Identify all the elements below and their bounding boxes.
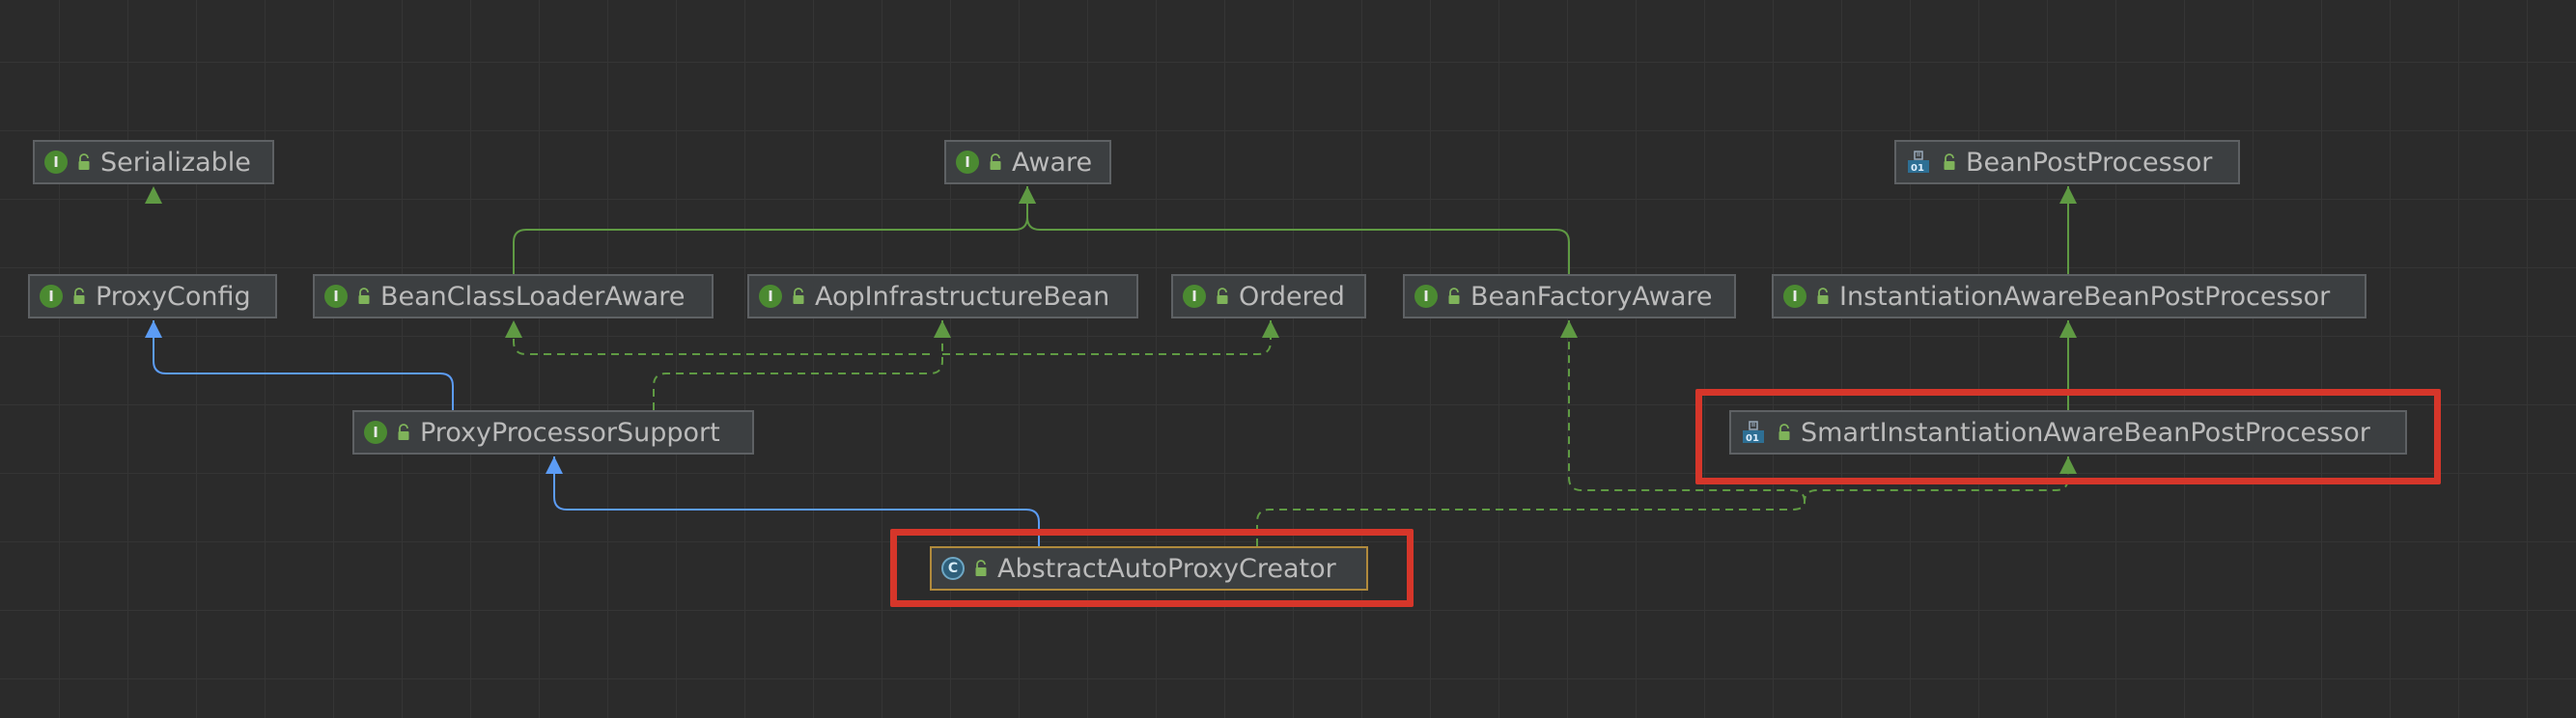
svg-text:01: 01 xyxy=(1911,163,1924,174)
edge-abstract-auto-proxy-creator-to-proxy-processor-support xyxy=(553,456,1040,546)
arrowhead-abstract-auto-proxy-creator-to-smart-instantiation-aware-bean-post-processor xyxy=(2059,456,2077,474)
node-label: Ordered xyxy=(1239,281,1345,312)
edge-bean-class-loader-aware-to-aware xyxy=(513,186,1028,274)
arrowhead-proxy-processor-support-to-proxy-config xyxy=(145,320,162,338)
node-label: BeanFactoryAware xyxy=(1470,281,1713,312)
functional-interface-icon: 01 xyxy=(1906,151,1933,174)
node-smart-instantiation-aware-bean-post-processor[interactable]: 01 SmartInstantiationAwareBeanPostProces… xyxy=(1729,410,2407,455)
lock-open-icon xyxy=(1816,288,1830,305)
node-label: ProxyProcessorSupport xyxy=(420,417,720,448)
abstract-class-icon: C xyxy=(941,557,965,580)
lock-open-icon xyxy=(1447,288,1461,305)
interface-icon: I xyxy=(364,421,387,444)
arrowhead-proxy-config-to-serializable xyxy=(145,186,162,204)
node-proxy-processor-support[interactable]: I ProxyProcessorSupport xyxy=(352,410,754,455)
edge-abstract-auto-proxy-creator-to-smart-instantiation-aware-bean-post-processor xyxy=(1256,456,2069,546)
lock-open-icon xyxy=(397,424,410,441)
arrowhead-proxy-processor-support-to-aop-infrastructure-bean xyxy=(934,320,951,338)
node-bean-post-processor[interactable]: 01 BeanPostProcessor xyxy=(1894,140,2240,184)
node-label: Serializable xyxy=(100,147,251,178)
interface-icon: I xyxy=(1783,285,1806,308)
node-label: AopInfrastructureBean xyxy=(815,281,1110,312)
node-ordered[interactable]: I Ordered xyxy=(1171,274,1366,318)
lock-open-icon xyxy=(72,288,86,305)
node-aop-infrastructure-bean[interactable]: I AopInfrastructureBean xyxy=(747,274,1138,318)
node-serializable[interactable]: I Serializable xyxy=(33,140,274,184)
interface-icon: I xyxy=(1414,285,1438,308)
node-label: ProxyConfig xyxy=(96,281,251,312)
svg-text:01: 01 xyxy=(1746,433,1759,444)
edge-proxy-processor-support-to-ordered xyxy=(942,320,1272,355)
functional-interface-icon: 01 xyxy=(1741,421,1768,444)
node-label: Aware xyxy=(1012,147,1093,178)
node-label: AbstractAutoProxyCreator xyxy=(997,553,1336,584)
node-bean-class-loader-aware[interactable]: I BeanClassLoaderAware xyxy=(313,274,714,318)
lock-open-icon xyxy=(1778,424,1791,441)
node-aware[interactable]: I Aware xyxy=(944,140,1111,184)
interface-icon: I xyxy=(956,151,979,174)
interface-icon: I xyxy=(40,285,63,308)
lock-open-icon xyxy=(974,560,988,577)
interface-icon: I xyxy=(1183,285,1206,308)
interface-icon: I xyxy=(44,151,68,174)
edges-layer xyxy=(0,0,2077,546)
arrowhead-proxy-processor-support-to-bean-class-loader-aware xyxy=(505,320,522,338)
lock-open-icon xyxy=(77,153,91,171)
arrowhead-bean-factory-aware-to-aware xyxy=(1019,186,1036,204)
edge-bean-factory-aware-to-aware xyxy=(1026,186,1570,274)
lock-open-icon xyxy=(792,288,805,305)
node-proxy-config[interactable]: I ProxyConfig xyxy=(28,274,277,318)
arrowhead-abstract-auto-proxy-creator-to-bean-factory-aware xyxy=(1560,320,1578,338)
interface-icon: I xyxy=(759,285,782,308)
node-label: BeanClassLoaderAware xyxy=(380,281,686,312)
arrowhead-instantiation-aware-bean-post-processor-to-bean-post-processor xyxy=(2059,186,2077,204)
node-instantiation-aware-bean-post-processor[interactable]: I InstantiationAwareBeanPostProcessor xyxy=(1772,274,2366,318)
node-label: InstantiationAwareBeanPostProcessor xyxy=(1839,281,2331,312)
arrowhead-abstract-auto-proxy-creator-to-proxy-processor-support xyxy=(546,456,563,474)
arrowhead-smart-instantiation-aware-bean-post-processor-to-instantiation-aware-bean-post-processor xyxy=(2059,320,2077,338)
lock-open-icon xyxy=(357,288,371,305)
node-abstract-auto-proxy-creator[interactable]: C AbstractAutoProxyCreator xyxy=(930,546,1368,591)
uml-diagram-canvas[interactable]: I Serializable I Aware 01 BeanPostProces… xyxy=(0,0,2576,718)
arrowhead-proxy-processor-support-to-ordered xyxy=(1262,320,1279,338)
node-label: SmartInstantiationAwareBeanPostProcessor xyxy=(1801,417,2370,448)
edge-proxy-processor-support-to-bean-class-loader-aware xyxy=(513,320,930,355)
node-label: BeanPostProcessor xyxy=(1966,147,2213,178)
edge-proxy-processor-support-to-aop-infrastructure-bean xyxy=(653,320,943,410)
lock-open-icon xyxy=(989,153,1002,171)
lock-open-icon xyxy=(1943,153,1956,171)
interface-icon: I xyxy=(324,285,348,308)
lock-open-icon xyxy=(1216,288,1229,305)
node-bean-factory-aware[interactable]: I BeanFactoryAware xyxy=(1403,274,1736,318)
edge-proxy-processor-support-to-proxy-config xyxy=(153,320,454,410)
